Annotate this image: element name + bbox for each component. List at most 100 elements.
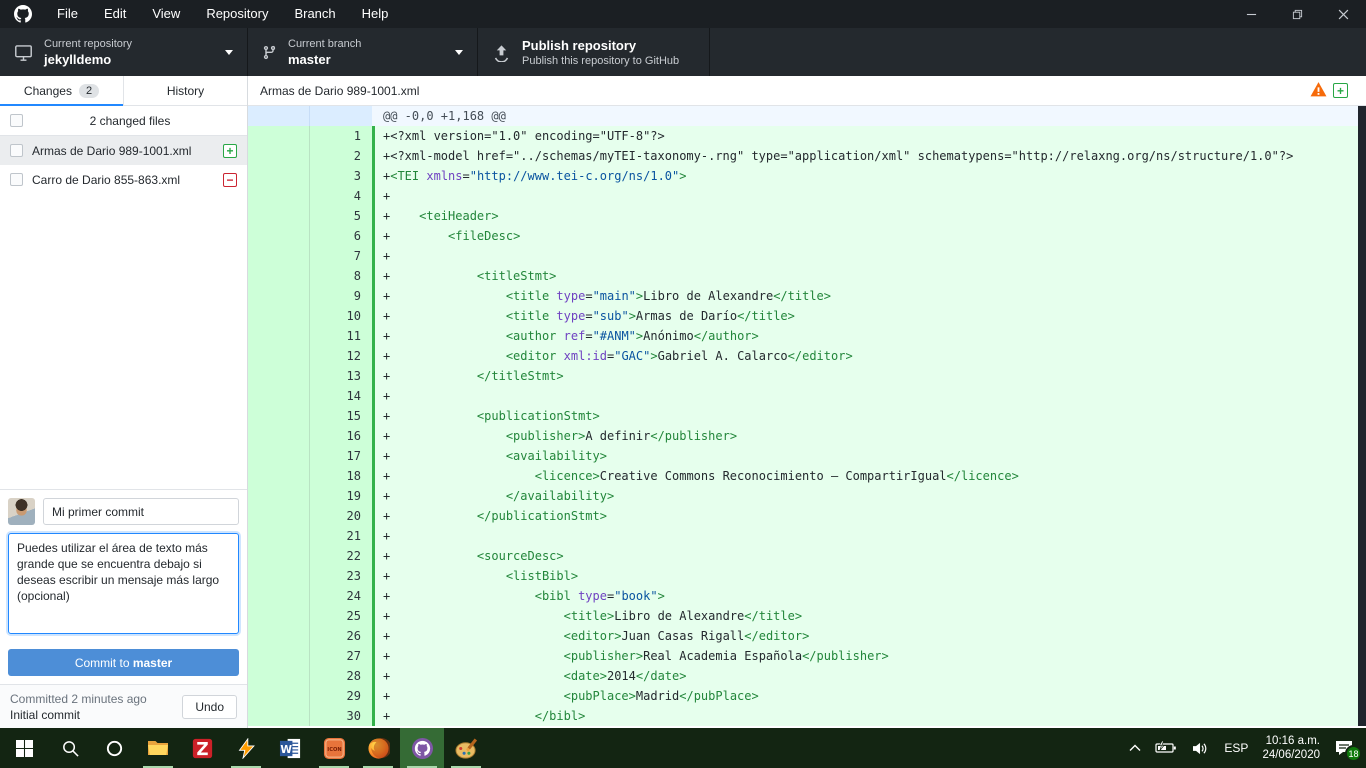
diff-line-code: + <editor>Juan Casas Rigall</editor> [375, 626, 1366, 646]
taskbar-search-icon[interactable] [48, 728, 92, 768]
diff-line-code: + <listBibl> [375, 566, 1366, 586]
taskbar-github-desktop-icon[interactable] [400, 728, 444, 768]
diff-line-code: +<TEI xmlns="http://www.tei-c.org/ns/1.0… [375, 166, 1366, 186]
tab-changes[interactable]: Changes 2 [0, 76, 124, 105]
menu-bar: FileEditViewRepositoryBranchHelp [44, 0, 401, 28]
new-line-number: 1 [310, 126, 372, 146]
file-checkbox[interactable] [10, 144, 23, 157]
diff-line-code: + </bibl> [375, 706, 1366, 726]
taskbar-firefox-icon[interactable] [356, 728, 400, 768]
taskbar-start-icon[interactable] [0, 728, 48, 768]
taskbar-cortana-icon[interactable] [92, 728, 136, 768]
changed-files-summary: 2 changed files [0, 106, 247, 136]
window-controls [1228, 0, 1366, 28]
new-line-number: 6 [310, 226, 372, 246]
new-line-number: 30 [310, 706, 372, 726]
menu-file[interactable]: File [44, 0, 91, 28]
new-line-number: 21 [310, 526, 372, 546]
diff-line-code: + </availability> [375, 486, 1366, 506]
diff-added-line: 3+<TEI xmlns="http://www.tei-c.org/ns/1.… [248, 166, 1366, 186]
clock[interactable]: 10:16 a.m. 24/06/2020 [1262, 734, 1320, 762]
new-line-number: 18 [310, 466, 372, 486]
battery-icon[interactable] [1155, 741, 1177, 755]
publish-subtitle: Publish this repository to GitHub [522, 55, 679, 67]
new-line-number: 24 [310, 586, 372, 606]
input-language-indicator[interactable]: ESP [1224, 741, 1248, 755]
publish-repository-button[interactable]: Publish repository Publish this reposito… [478, 28, 710, 76]
file-row[interactable]: Carro de Dario 855-863.xml− [0, 165, 247, 194]
warning-icon[interactable] [1310, 81, 1327, 101]
new-line-number: 9 [310, 286, 372, 306]
old-line-number [248, 446, 310, 466]
notification-center-icon[interactable]: 18 [1334, 739, 1354, 757]
repo-label: Current repository [44, 38, 132, 50]
new-line-number: 15 [310, 406, 372, 426]
new-line-number: 11 [310, 326, 372, 346]
diff-added-line: 14+ [248, 386, 1366, 406]
menu-edit[interactable]: Edit [91, 0, 139, 28]
old-line-number [248, 386, 310, 406]
menu-help[interactable]: Help [349, 0, 402, 28]
diff-line-code: + <pubPlace>Madrid</pubPlace> [375, 686, 1366, 706]
old-line-number [248, 686, 310, 706]
upload-icon [492, 43, 511, 62]
commit-summary-input[interactable] [43, 498, 239, 525]
taskbar-file-explorer-icon[interactable] [136, 728, 180, 768]
old-line-number [248, 706, 310, 726]
minimize-button[interactable] [1228, 0, 1274, 28]
new-line-number: 12 [310, 346, 372, 366]
new-line-number: 8 [310, 266, 372, 286]
new-line-number: 5 [310, 206, 372, 226]
taskbar-winamp-icon[interactable] [224, 728, 268, 768]
menu-branch[interactable]: Branch [281, 0, 348, 28]
last-commit-message: Initial commit [10, 707, 147, 723]
commit-to-master-button[interactable]: Commit to master [8, 649, 239, 676]
new-line-number: 14 [310, 386, 372, 406]
menu-view[interactable]: View [139, 0, 193, 28]
taskbar-icon-app-icon[interactable]: ICON [312, 728, 356, 768]
file-checkbox[interactable] [10, 173, 23, 186]
volume-icon[interactable] [1191, 741, 1210, 756]
old-line-number [248, 226, 310, 246]
diff-line-code: + <title type="sub">Armas de Darío</titl… [375, 306, 1366, 326]
current-branch-selector[interactable]: Current branch master [248, 28, 478, 76]
menu-repository[interactable]: Repository [193, 0, 281, 28]
diff-added-line: 26+ <editor>Juan Casas Rigall</editor> [248, 626, 1366, 646]
toolbar: Current repository jekylldemo Current br… [0, 28, 1366, 76]
tray-expand-chevron-icon[interactable] [1129, 744, 1141, 752]
file-added-icon: + [1333, 83, 1348, 98]
commit-description-textarea[interactable]: Puedes utilizar el área de texto más gra… [8, 533, 239, 634]
svg-text:ICON: ICON [327, 746, 341, 752]
old-line-number [248, 606, 310, 626]
taskbar-zotero-icon[interactable] [180, 728, 224, 768]
taskbar-paint-icon[interactable] [444, 728, 488, 768]
old-line-number [248, 186, 310, 206]
diff-line-code: + <publisher>Real Academia Española</pub… [375, 646, 1366, 666]
select-all-checkbox[interactable] [10, 114, 23, 127]
new-line-number: 19 [310, 486, 372, 506]
diff-scrollbar[interactable] [1358, 106, 1366, 726]
file-row[interactable]: Armas de Dario 989-1001.xml+ [0, 136, 247, 165]
new-line-number: 22 [310, 546, 372, 566]
undo-button[interactable]: Undo [182, 695, 237, 719]
old-line-number [248, 406, 310, 426]
diff-line-code: + </publicationStmt> [375, 506, 1366, 526]
commit-form: Puedes utilizar el área de texto más gra… [0, 489, 247, 684]
restore-button[interactable] [1274, 0, 1320, 28]
file-status-removed-icon: − [223, 173, 237, 187]
current-repository-selector[interactable]: Current repository jekylldemo [0, 28, 248, 76]
diff-added-line: 4+ [248, 186, 1366, 206]
changed-files-count: 2 changed files [23, 114, 237, 128]
tab-history[interactable]: History [124, 76, 247, 105]
undo-commit-bar: Committed 2 minutes ago Initial commit U… [0, 684, 247, 728]
user-avatar [8, 498, 35, 525]
diff-content: @@ -0,0 +1,168 @@ 1+<?xml version="1.0" … [248, 106, 1366, 726]
close-button[interactable] [1320, 0, 1366, 28]
diff-added-line: 8+ <titleStmt> [248, 266, 1366, 286]
new-line-number: 17 [310, 446, 372, 466]
tab-changes-label: Changes [24, 84, 72, 98]
branch-label: Current branch [288, 38, 361, 50]
titlebar: FileEditViewRepositoryBranchHelp [0, 0, 1366, 28]
diff-added-line: 29+ <pubPlace>Madrid</pubPlace> [248, 686, 1366, 706]
taskbar-word-icon[interactable]: W [268, 728, 312, 768]
